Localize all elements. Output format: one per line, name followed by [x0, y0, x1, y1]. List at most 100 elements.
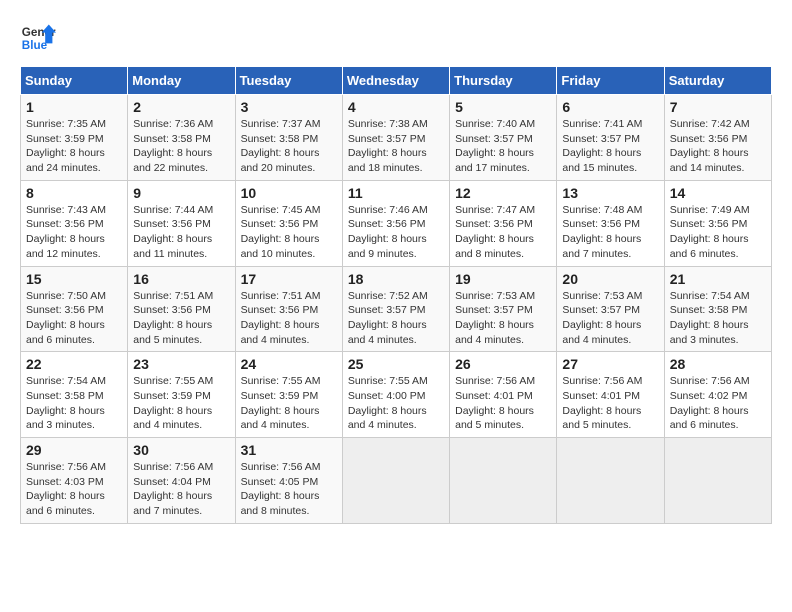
- weekday-header-monday: Monday: [128, 67, 235, 95]
- calendar-week-1: 1 Sunrise: 7:35 AM Sunset: 3:59 PM Dayli…: [21, 95, 772, 181]
- day-info: Sunrise: 7:56 AM Sunset: 4:03 PM Dayligh…: [26, 460, 122, 519]
- day-number: 22: [26, 356, 122, 372]
- day-number: 14: [670, 185, 766, 201]
- logo: General Blue: [20, 20, 56, 56]
- day-info: Sunrise: 7:52 AM Sunset: 3:57 PM Dayligh…: [348, 289, 444, 348]
- day-info: Sunrise: 7:47 AM Sunset: 3:56 PM Dayligh…: [455, 203, 551, 262]
- day-info: Sunrise: 7:56 AM Sunset: 4:05 PM Dayligh…: [241, 460, 337, 519]
- day-info: Sunrise: 7:56 AM Sunset: 4:02 PM Dayligh…: [670, 374, 766, 433]
- day-number: 23: [133, 356, 229, 372]
- day-number: 27: [562, 356, 658, 372]
- day-info: Sunrise: 7:44 AM Sunset: 3:56 PM Dayligh…: [133, 203, 229, 262]
- calendar-cell: 2 Sunrise: 7:36 AM Sunset: 3:58 PM Dayli…: [128, 95, 235, 181]
- calendar-cell: 14 Sunrise: 7:49 AM Sunset: 3:56 PM Dayl…: [664, 180, 771, 266]
- day-info: Sunrise: 7:38 AM Sunset: 3:57 PM Dayligh…: [348, 117, 444, 176]
- weekday-header-sunday: Sunday: [21, 67, 128, 95]
- day-number: 12: [455, 185, 551, 201]
- day-info: Sunrise: 7:40 AM Sunset: 3:57 PM Dayligh…: [455, 117, 551, 176]
- day-number: 31: [241, 442, 337, 458]
- calendar-cell: 27 Sunrise: 7:56 AM Sunset: 4:01 PM Dayl…: [557, 352, 664, 438]
- calendar-cell: [450, 438, 557, 524]
- day-number: 8: [26, 185, 122, 201]
- weekday-header-friday: Friday: [557, 67, 664, 95]
- day-number: 26: [455, 356, 551, 372]
- calendar-cell: 3 Sunrise: 7:37 AM Sunset: 3:58 PM Dayli…: [235, 95, 342, 181]
- day-info: Sunrise: 7:56 AM Sunset: 4:04 PM Dayligh…: [133, 460, 229, 519]
- calendar-cell: 18 Sunrise: 7:52 AM Sunset: 3:57 PM Dayl…: [342, 266, 449, 352]
- day-info: Sunrise: 7:43 AM Sunset: 3:56 PM Dayligh…: [26, 203, 122, 262]
- day-info: Sunrise: 7:55 AM Sunset: 4:00 PM Dayligh…: [348, 374, 444, 433]
- day-number: 5: [455, 99, 551, 115]
- calendar-cell: [557, 438, 664, 524]
- day-number: 9: [133, 185, 229, 201]
- day-number: 7: [670, 99, 766, 115]
- calendar-cell: 4 Sunrise: 7:38 AM Sunset: 3:57 PM Dayli…: [342, 95, 449, 181]
- day-info: Sunrise: 7:50 AM Sunset: 3:56 PM Dayligh…: [26, 289, 122, 348]
- weekday-header-saturday: Saturday: [664, 67, 771, 95]
- calendar-cell: 31 Sunrise: 7:56 AM Sunset: 4:05 PM Dayl…: [235, 438, 342, 524]
- calendar-week-4: 22 Sunrise: 7:54 AM Sunset: 3:58 PM Dayl…: [21, 352, 772, 438]
- weekday-header-tuesday: Tuesday: [235, 67, 342, 95]
- calendar-table: SundayMondayTuesdayWednesdayThursdayFrid…: [20, 66, 772, 524]
- day-info: Sunrise: 7:48 AM Sunset: 3:56 PM Dayligh…: [562, 203, 658, 262]
- day-number: 28: [670, 356, 766, 372]
- day-number: 2: [133, 99, 229, 115]
- calendar-cell: 12 Sunrise: 7:47 AM Sunset: 3:56 PM Dayl…: [450, 180, 557, 266]
- day-number: 25: [348, 356, 444, 372]
- day-number: 20: [562, 271, 658, 287]
- day-info: Sunrise: 7:51 AM Sunset: 3:56 PM Dayligh…: [133, 289, 229, 348]
- day-number: 3: [241, 99, 337, 115]
- day-info: Sunrise: 7:35 AM Sunset: 3:59 PM Dayligh…: [26, 117, 122, 176]
- day-info: Sunrise: 7:56 AM Sunset: 4:01 PM Dayligh…: [562, 374, 658, 433]
- day-info: Sunrise: 7:53 AM Sunset: 3:57 PM Dayligh…: [455, 289, 551, 348]
- day-number: 1: [26, 99, 122, 115]
- calendar-week-2: 8 Sunrise: 7:43 AM Sunset: 3:56 PM Dayli…: [21, 180, 772, 266]
- calendar-cell: 15 Sunrise: 7:50 AM Sunset: 3:56 PM Dayl…: [21, 266, 128, 352]
- calendar-cell: 25 Sunrise: 7:55 AM Sunset: 4:00 PM Dayl…: [342, 352, 449, 438]
- day-number: 24: [241, 356, 337, 372]
- calendar-cell: 6 Sunrise: 7:41 AM Sunset: 3:57 PM Dayli…: [557, 95, 664, 181]
- day-number: 6: [562, 99, 658, 115]
- day-info: Sunrise: 7:51 AM Sunset: 3:56 PM Dayligh…: [241, 289, 337, 348]
- day-info: Sunrise: 7:42 AM Sunset: 3:56 PM Dayligh…: [670, 117, 766, 176]
- calendar-cell: 13 Sunrise: 7:48 AM Sunset: 3:56 PM Dayl…: [557, 180, 664, 266]
- calendar-cell: 30 Sunrise: 7:56 AM Sunset: 4:04 PM Dayl…: [128, 438, 235, 524]
- day-number: 30: [133, 442, 229, 458]
- calendar-week-5: 29 Sunrise: 7:56 AM Sunset: 4:03 PM Dayl…: [21, 438, 772, 524]
- calendar-cell: 16 Sunrise: 7:51 AM Sunset: 3:56 PM Dayl…: [128, 266, 235, 352]
- day-info: Sunrise: 7:54 AM Sunset: 3:58 PM Dayligh…: [26, 374, 122, 433]
- weekday-header-thursday: Thursday: [450, 67, 557, 95]
- calendar-week-3: 15 Sunrise: 7:50 AM Sunset: 3:56 PM Dayl…: [21, 266, 772, 352]
- calendar-cell: 21 Sunrise: 7:54 AM Sunset: 3:58 PM Dayl…: [664, 266, 771, 352]
- day-number: 4: [348, 99, 444, 115]
- day-number: 11: [348, 185, 444, 201]
- calendar-cell: 11 Sunrise: 7:46 AM Sunset: 3:56 PM Dayl…: [342, 180, 449, 266]
- day-info: Sunrise: 7:53 AM Sunset: 3:57 PM Dayligh…: [562, 289, 658, 348]
- logo-icon: General Blue: [20, 20, 56, 56]
- calendar-cell: 24 Sunrise: 7:55 AM Sunset: 3:59 PM Dayl…: [235, 352, 342, 438]
- calendar-cell: [664, 438, 771, 524]
- calendar-cell: 1 Sunrise: 7:35 AM Sunset: 3:59 PM Dayli…: [21, 95, 128, 181]
- calendar-cell: 22 Sunrise: 7:54 AM Sunset: 3:58 PM Dayl…: [21, 352, 128, 438]
- day-number: 15: [26, 271, 122, 287]
- day-number: 13: [562, 185, 658, 201]
- day-number: 19: [455, 271, 551, 287]
- day-info: Sunrise: 7:41 AM Sunset: 3:57 PM Dayligh…: [562, 117, 658, 176]
- page-header: General Blue: [20, 20, 772, 56]
- day-number: 10: [241, 185, 337, 201]
- day-number: 21: [670, 271, 766, 287]
- calendar-cell: 19 Sunrise: 7:53 AM Sunset: 3:57 PM Dayl…: [450, 266, 557, 352]
- day-info: Sunrise: 7:55 AM Sunset: 3:59 PM Dayligh…: [133, 374, 229, 433]
- day-info: Sunrise: 7:36 AM Sunset: 3:58 PM Dayligh…: [133, 117, 229, 176]
- weekday-header-wednesday: Wednesday: [342, 67, 449, 95]
- day-info: Sunrise: 7:45 AM Sunset: 3:56 PM Dayligh…: [241, 203, 337, 262]
- day-number: 18: [348, 271, 444, 287]
- day-info: Sunrise: 7:37 AM Sunset: 3:58 PM Dayligh…: [241, 117, 337, 176]
- calendar-cell: 28 Sunrise: 7:56 AM Sunset: 4:02 PM Dayl…: [664, 352, 771, 438]
- calendar-cell: 10 Sunrise: 7:45 AM Sunset: 3:56 PM Dayl…: [235, 180, 342, 266]
- calendar-cell: 29 Sunrise: 7:56 AM Sunset: 4:03 PM Dayl…: [21, 438, 128, 524]
- day-number: 29: [26, 442, 122, 458]
- day-info: Sunrise: 7:49 AM Sunset: 3:56 PM Dayligh…: [670, 203, 766, 262]
- calendar-cell: 9 Sunrise: 7:44 AM Sunset: 3:56 PM Dayli…: [128, 180, 235, 266]
- calendar-cell: [342, 438, 449, 524]
